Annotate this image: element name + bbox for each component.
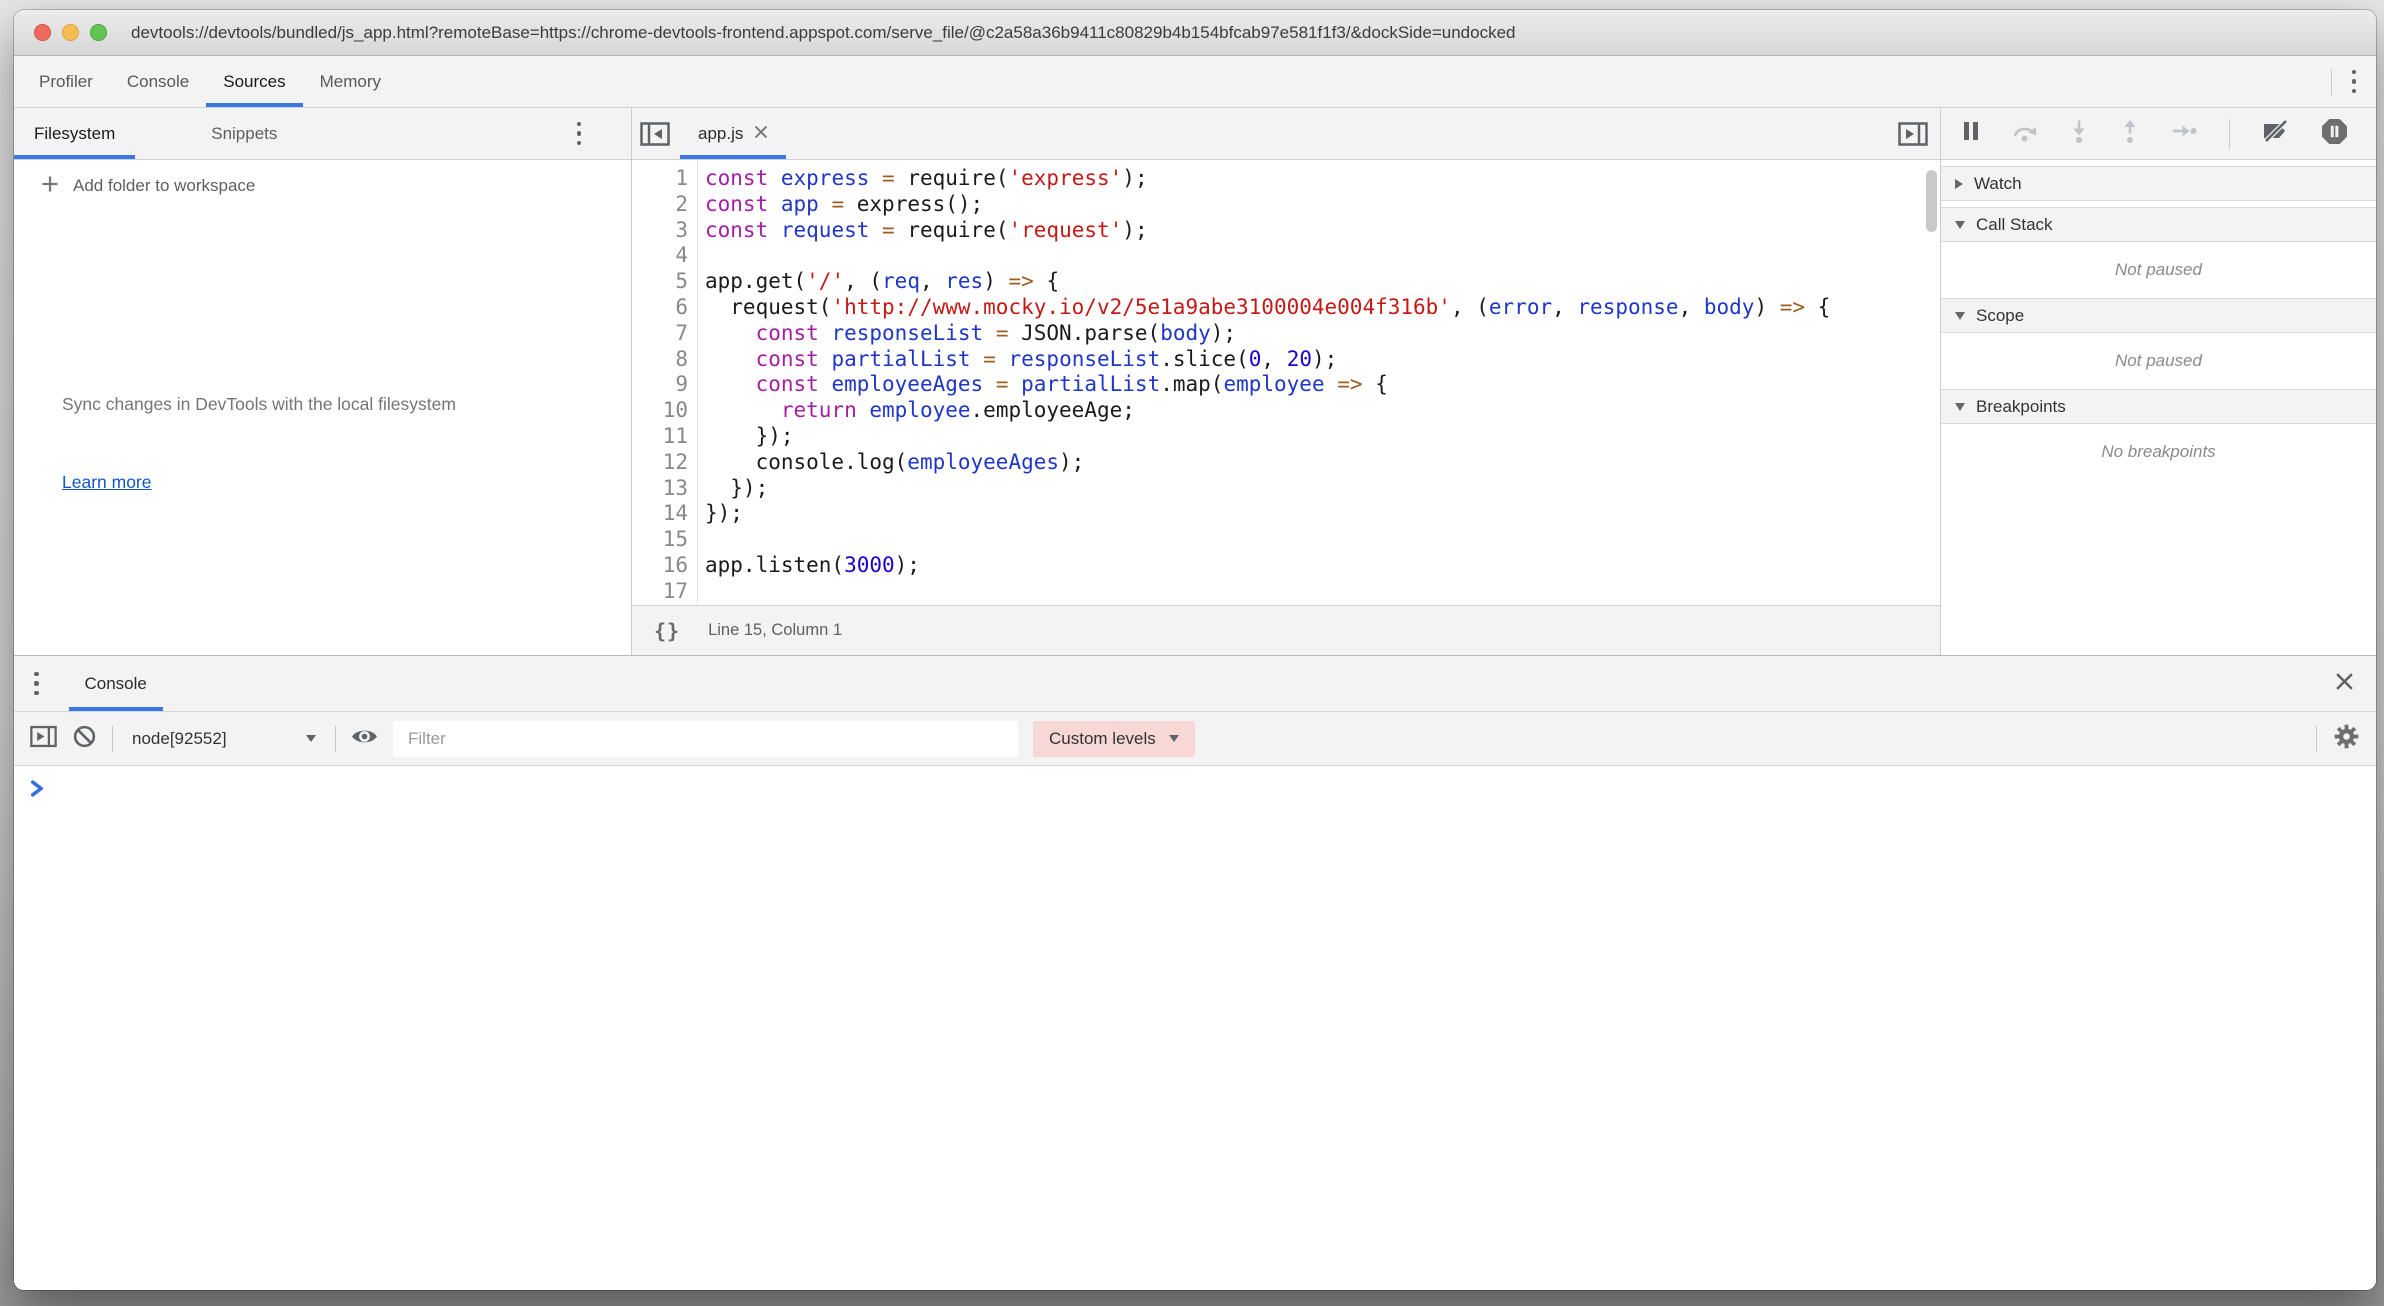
dropdown-arrow-icon: [306, 735, 316, 742]
debugger-pane: Watch Call Stack Not paused Scope Not pa…: [1940, 108, 2376, 655]
code-lines[interactable]: const express = require('express');const…: [698, 160, 1940, 605]
pause-on-exceptions-icon[interactable]: [2321, 118, 2348, 150]
scope-label: Scope: [1976, 306, 2024, 326]
chevron-right-icon: [1955, 179, 1963, 189]
show-console-sidebar-icon[interactable]: [30, 725, 57, 753]
custom-levels-label: Custom levels: [1049, 729, 1156, 749]
main-menu-kebab-icon[interactable]: [2348, 66, 2361, 98]
toolbar-divider: [2331, 69, 2332, 95]
step-icon[interactable]: [2171, 120, 2197, 147]
call-stack-label: Call Stack: [1976, 215, 2053, 235]
watch-section-header[interactable]: Watch: [1941, 166, 2376, 201]
editor-status-bar: {} Line 15, Column 1: [632, 605, 1940, 655]
debugger-toolbar: [1941, 108, 2376, 160]
tab-sources[interactable]: Sources: [206, 56, 302, 107]
titlebar: devtools://devtools/bundled/js_app.html?…: [14, 10, 2376, 56]
chevron-down-icon: [1955, 312, 1965, 320]
drawer-tabbar: Console: [14, 656, 2376, 712]
sync-message: Sync changes in DevTools with the local …: [62, 387, 472, 422]
execution-context-select[interactable]: node[92552]: [128, 729, 320, 749]
breakpoints-label: Breakpoints: [1976, 397, 2066, 417]
editor-pane: app.js 1234567891011121314151617 const e…: [632, 108, 1940, 655]
tab-filesystem[interactable]: Filesystem: [14, 108, 135, 159]
cursor-position-label: Line 15, Column 1: [708, 621, 842, 640]
chevron-down-icon: [1955, 403, 1965, 411]
editor-tab-label: app.js: [698, 124, 743, 144]
navigator-pane: Filesystem Snippets Add folder to worksp…: [14, 108, 632, 655]
chevron-down-icon: [1955, 221, 1965, 229]
console-toolbar-divider: [2316, 726, 2317, 752]
add-folder-label: Add folder to workspace: [73, 176, 255, 196]
execution-context-value: node[92552]: [132, 729, 227, 749]
dropdown-arrow-icon: [1169, 735, 1179, 742]
toggle-navigator-icon[interactable]: [632, 108, 678, 159]
editor-tabbar: app.js: [632, 108, 1940, 160]
drawer-tab-console[interactable]: Console: [69, 656, 163, 711]
breakpoints-status: No breakpoints: [1941, 424, 2376, 480]
call-stack-status: Not paused: [1941, 242, 2376, 298]
step-out-icon[interactable]: [2120, 119, 2140, 148]
console-toolbar-divider: [335, 726, 336, 752]
plus-icon: [40, 174, 60, 199]
console-drawer: Console node[92552] Custom leve: [14, 655, 2376, 1290]
step-over-icon[interactable]: [2012, 120, 2038, 148]
sources-panels: Filesystem Snippets Add folder to worksp…: [14, 108, 2376, 655]
scope-status: Not paused: [1941, 333, 2376, 389]
console-prompt-chevron-icon[interactable]: [29, 785, 46, 802]
call-stack-section-header[interactable]: Call Stack: [1941, 207, 2376, 242]
devtools-window: devtools://devtools/bundled/js_app.html?…: [14, 10, 2376, 1290]
close-drawer-icon[interactable]: [2335, 672, 2354, 696]
custom-levels-dropdown[interactable]: Custom levels: [1033, 721, 1195, 757]
clear-console-icon[interactable]: [72, 724, 97, 754]
watch-label: Watch: [1974, 174, 2022, 194]
step-into-icon[interactable]: [2069, 119, 2089, 148]
deactivate-breakpoints-icon[interactable]: [2262, 119, 2290, 148]
minimize-window-button[interactable]: [62, 24, 79, 41]
zoom-window-button[interactable]: [90, 24, 107, 41]
live-expression-eye-icon[interactable]: [351, 726, 378, 752]
console-settings-gear-icon[interactable]: [2333, 723, 2360, 755]
window-title: devtools://devtools/bundled/js_app.html?…: [131, 23, 1516, 43]
console-toolbar-divider: [112, 726, 113, 752]
console-output[interactable]: [14, 766, 2376, 1290]
tab-console[interactable]: Console: [110, 56, 206, 107]
pause-script-icon[interactable]: [1961, 120, 1981, 147]
drawer-menu-kebab-icon[interactable]: [30, 668, 43, 700]
editor-scrollbar[interactable]: [1926, 170, 1937, 232]
tab-memory[interactable]: Memory: [303, 56, 398, 107]
learn-more-link[interactable]: Learn more: [62, 472, 152, 493]
close-window-button[interactable]: [34, 24, 51, 41]
console-filter-input[interactable]: [393, 721, 1018, 757]
scope-section-header[interactable]: Scope: [1941, 298, 2376, 333]
add-folder-button[interactable]: Add folder to workspace: [14, 160, 631, 212]
console-toolbar: node[92552] Custom levels: [14, 712, 2376, 766]
traffic-lights: [34, 24, 107, 41]
toggle-debugger-sidebar-icon[interactable]: [1890, 108, 1936, 159]
navigator-more-kebab-icon[interactable]: [573, 118, 586, 150]
editor-tab-appjs[interactable]: app.js: [680, 108, 786, 159]
debugger-toolbar-divider: [2229, 119, 2230, 149]
breakpoints-section-header[interactable]: Breakpoints: [1941, 389, 2376, 424]
code-editor[interactable]: 1234567891011121314151617 const express …: [632, 160, 1940, 605]
main-toolbar: Profiler Console Sources Memory: [14, 56, 2376, 108]
tab-snippets[interactable]: Snippets: [191, 108, 297, 159]
navigator-tabbar: Filesystem Snippets: [14, 108, 631, 160]
code-gutter: 1234567891011121314151617: [632, 160, 698, 605]
tab-profiler[interactable]: Profiler: [22, 56, 110, 107]
tab-close-icon[interactable]: [754, 124, 768, 144]
pretty-print-button[interactable]: {}: [654, 619, 680, 643]
